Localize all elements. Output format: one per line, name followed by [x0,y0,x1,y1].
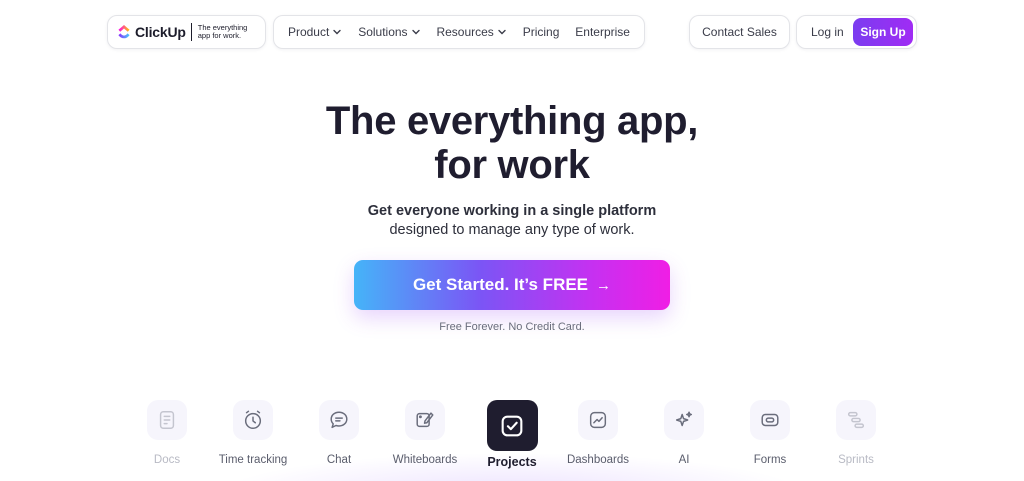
contact-sales-button[interactable]: Contact Sales [689,15,790,49]
sparkle-icon [675,411,693,427]
cta-note: Free Forever. No Credit Card. [439,321,585,333]
brand-name: ClickUp [135,24,186,40]
logo-pill[interactable]: ClickUp The everything app for work. [107,15,266,49]
feature-label: Time tracking [218,454,288,466]
feature-icon-tile [750,400,790,440]
nav-item-enterprise[interactable]: Enterprise [575,25,630,39]
nav-item-product[interactable]: Product [288,25,342,39]
feature-label: Chat [326,454,352,466]
feature-dashboards[interactable]: Dashboards [553,400,643,475]
feature-label: Dashboards [566,454,629,466]
feature-label: Forms [753,454,787,466]
feature-time-tracking[interactable]: Time tracking [208,400,298,475]
chat-icon [330,411,348,429]
main-nav: Product Solutions Resources Pricing Ente… [273,15,645,49]
feature-icon-tile [233,400,273,440]
chevron-down-icon [498,29,506,35]
feature-label: Sprints [838,454,874,466]
logo-divider [190,23,192,41]
feature-label: Projects [487,455,537,469]
nav-item-label: Solutions [358,25,408,39]
nav-item-solutions[interactable]: Solutions [358,25,420,39]
hero-subtitle-line2: designed to manage any type of work. [389,222,635,238]
form-icon [761,413,779,427]
chart-icon [589,411,607,429]
feature-label: AI [678,454,690,466]
feature-icon-tile [836,400,876,440]
checkbox-icon [501,415,523,436]
brand-tagline: The everything app for work. [197,23,248,40]
feature-icon-tile [147,400,187,440]
sprints-icon [847,411,865,429]
feature-icon-tile [486,400,538,451]
cta-label: Get Started. It’s FREE [412,275,589,294]
hero-subtitle-line1: Get everyone working in a single platfor… [367,203,657,219]
doc-icon [159,411,175,429]
nav-item-label: Product [287,25,330,39]
feature-icon-tile [664,400,704,440]
nav-item-label: Pricing [522,25,560,39]
feature-chat[interactable]: Chat [294,400,384,475]
whiteboard-icon [416,412,434,428]
feature-docs[interactable]: Docs [122,400,212,475]
feature-forms[interactable]: Forms [725,400,815,475]
clickup-logo-icon [118,25,130,39]
feature-icon-tile [319,400,359,440]
feature-icon-tile [405,400,445,440]
feature-sprints[interactable]: Sprints [811,400,901,475]
hero-subtitle: Get everyone working in a single platfor… [0,202,1024,240]
auth-pill: Log in Sign Up [796,15,917,49]
feature-whiteboards[interactable]: Whiteboards [380,400,470,475]
feature-label: Docs [153,454,181,466]
chevron-down-icon [333,29,341,35]
hero-title: The everything app, for work [0,99,1024,187]
feature-projects[interactable]: Projects [467,400,557,475]
get-started-button[interactable]: Get Started. It’s FREE → [354,260,670,310]
clock-icon [244,410,262,429]
feature-label: Whiteboards [392,454,458,466]
nav-item-pricing[interactable]: Pricing [523,25,560,39]
nav-item-resources[interactable]: Resources [436,25,506,39]
arrow-right-icon: → [596,276,612,294]
chevron-down-icon [411,29,420,35]
hero-title-line2: for work [434,143,590,187]
nav-item-label: Resources [436,25,494,39]
feature-ai[interactable]: AI [639,400,729,475]
signup-button[interactable]: Sign Up [853,18,913,46]
login-link[interactable]: Log in [811,25,844,39]
feature-icon-tile [578,400,618,440]
nav-item-label: Enterprise [575,25,630,39]
hero-title-line1: The everything app, [325,99,699,143]
